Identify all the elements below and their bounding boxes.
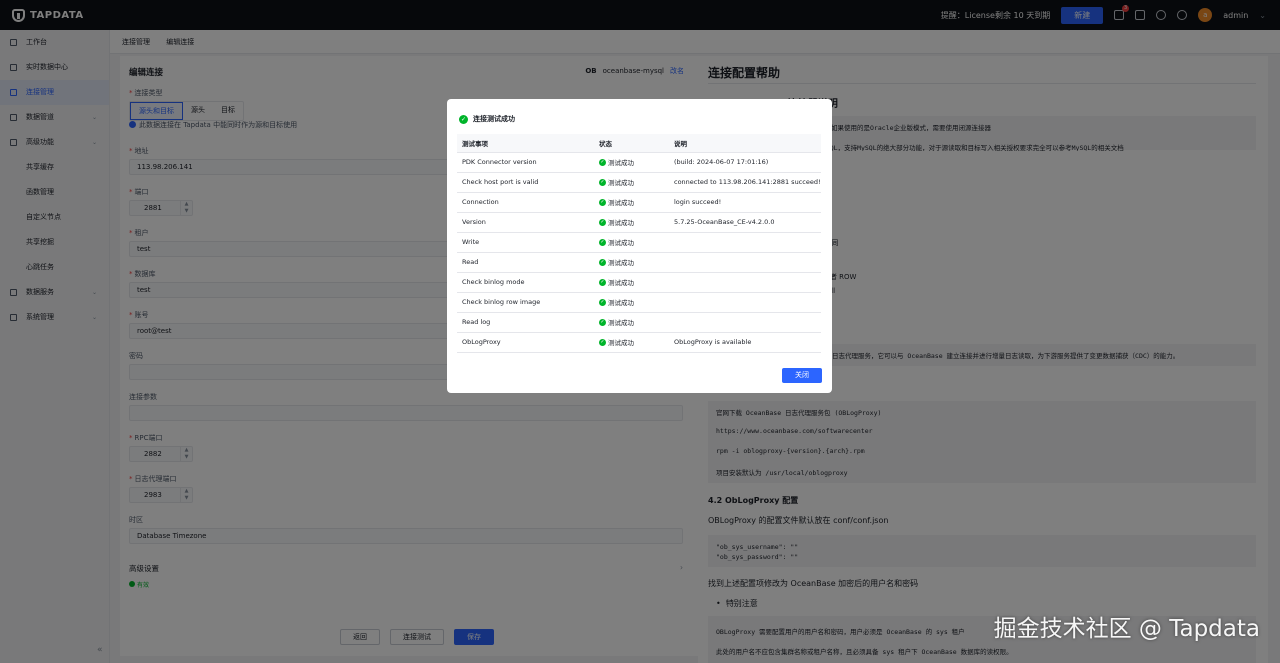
table-row: Connection ✓ 测试成功 login succeed! [457,192,821,213]
test-status: ✓ 测试成功 [594,232,669,253]
test-desc: connected to 113.98.206.141:2881 succeed… [669,172,821,193]
table-row: Read ✓ 测试成功 [457,252,821,273]
test-status: ✓ 测试成功 [594,172,669,193]
success-icon: ✓ [459,114,468,124]
watermark: 掘金技术社区 @ Tapdata [993,616,1260,642]
test-status: ✓ 测试成功 [594,312,669,333]
table-row: Read log ✓ 测试成功 [457,312,821,333]
success-icon: ✓ [599,318,606,326]
status-text: 测试成功 [608,279,634,288]
success-icon: ✓ [599,258,606,266]
success-icon: ✓ [599,238,606,246]
test-desc [669,312,821,333]
test-status: ✓ 测试成功 [594,292,669,313]
test-desc: ObLogProxy is available [669,332,821,353]
status-text: 测试成功 [608,179,634,188]
test-item: Check binlog mode [457,272,594,293]
test-status: ✓ 测试成功 [594,212,669,233]
status-text: 测试成功 [608,199,634,208]
test-desc: (build: 2024-06-07 17:01:16) [669,152,821,173]
connection-test-dialog: ✓ 连接测试成功 测试事项 状态 说明 PDK Connector version… [447,99,832,393]
test-result-table: 测试事项 状态 说明 PDK Connector version ✓ 测试成功 (bu… [457,134,821,353]
test-desc [669,252,821,273]
test-desc [669,272,821,293]
status-text: 测试成功 [608,299,634,308]
table-row: Check binlog row image ✓ 测试成功 [457,292,821,313]
status-text: 测试成功 [608,239,634,248]
col-header-item: 测试事项 [457,134,594,153]
success-icon: ✓ [599,298,606,306]
col-header-status: 状态 [594,134,669,153]
table-row: Write ✓ 测试成功 [457,232,821,253]
test-item: Check host port is valid [457,172,594,193]
test-item: Check binlog row image [457,292,594,313]
test-item: Write [457,232,594,253]
test-item: Connection [457,192,594,213]
test-desc [669,292,821,313]
status-text: 测试成功 [608,259,634,268]
col-header-desc: 说明 [669,134,821,153]
success-icon: ✓ [599,198,606,206]
close-button[interactable]: 关闭 [782,368,822,383]
success-icon: ✓ [599,218,606,226]
test-item: PDK Connector version [457,152,594,173]
test-item: Read [457,252,594,273]
status-text: 测试成功 [608,339,634,348]
success-icon: ✓ [599,338,606,346]
test-desc [669,232,821,253]
table-row: Check binlog mode ✓ 测试成功 [457,272,821,293]
test-status: ✓ 测试成功 [594,152,669,173]
success-icon: ✓ [599,178,606,186]
test-item: ObLogProxy [457,332,594,353]
test-desc: 5.7.25-OceanBase_CE-v4.2.0.0 [669,212,821,233]
test-item: Version [457,212,594,233]
test-status: ✓ 测试成功 [594,252,669,273]
dialog-title: ✓ 连接测试成功 [459,114,515,124]
test-desc: login succeed! [669,192,821,213]
table-row: Check host port is valid ✓ 测试成功 connected t… [457,172,821,193]
success-icon: ✓ [599,278,606,286]
test-item: Read log [457,312,594,333]
test-status: ✓ 测试成功 [594,272,669,293]
test-status: ✓ 测试成功 [594,192,669,213]
success-icon: ✓ [599,158,606,166]
test-status: ✓ 测试成功 [594,332,669,353]
status-text: 测试成功 [608,319,634,328]
table-row: PDK Connector version ✓ 测试成功 (build: 2024-0… [457,152,821,173]
table-row: Version ✓ 测试成功 5.7.25-OceanBase_CE-v4.2.0.0 [457,212,821,233]
status-text: 测试成功 [608,159,634,168]
table-row: ObLogProxy ✓ 测试成功 ObLogProxy is available [457,332,821,353]
status-text: 测试成功 [608,219,634,228]
